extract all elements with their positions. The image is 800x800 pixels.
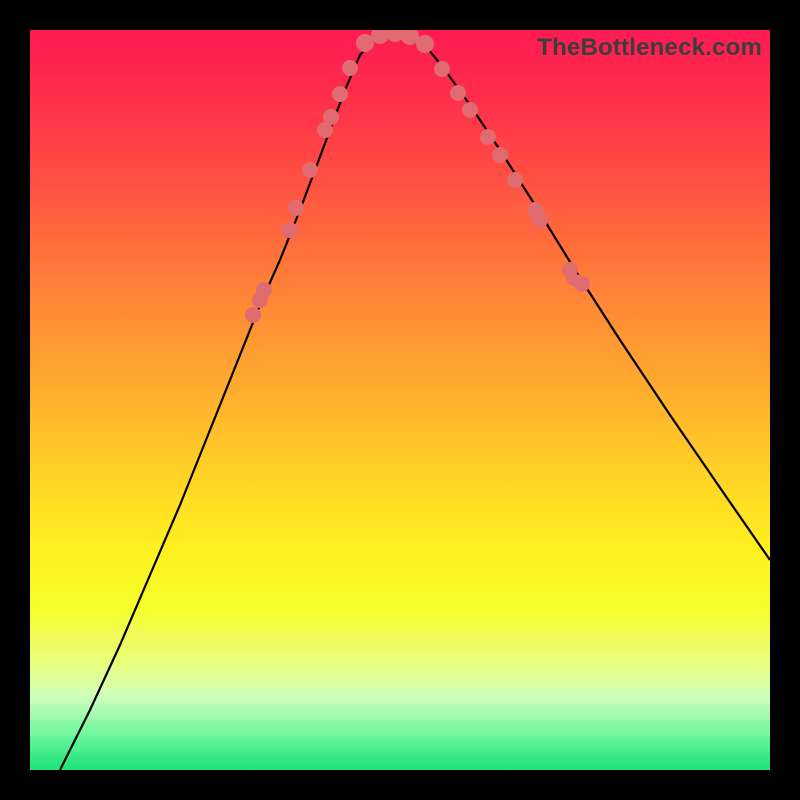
data-point [462,102,478,118]
data-point [342,60,358,76]
marker-smear [566,274,584,286]
data-point [386,30,404,42]
data-point [562,262,578,278]
chart-plot-area: TheBottleneck.com [30,30,770,770]
data-point [302,162,318,178]
data-point [574,276,590,292]
data-point [532,212,548,228]
markers-bottom [356,30,434,53]
data-point [450,85,466,101]
data-point [323,109,339,125]
watermark-text: TheBottleneck.com [537,34,762,62]
data-smear [566,274,584,286]
markers-left [245,60,358,323]
markers-right [434,61,590,292]
data-point [371,30,389,44]
data-point [480,129,496,145]
data-point [527,202,543,218]
data-point [507,172,523,188]
data-point [492,147,508,163]
data-point [252,292,268,308]
data-point [434,61,450,77]
curve-layer [30,30,770,770]
data-point [256,282,272,298]
data-point [288,200,304,216]
data-point [356,34,374,52]
data-point [282,222,298,238]
bottleneck-curve [60,30,770,770]
data-point [416,35,434,53]
data-point [317,122,333,138]
data-point [332,86,348,102]
data-point [401,30,419,45]
chart-outer-frame: TheBottleneck.com [0,0,800,800]
data-point [245,307,261,323]
gradient-band-overlay [30,630,770,770]
